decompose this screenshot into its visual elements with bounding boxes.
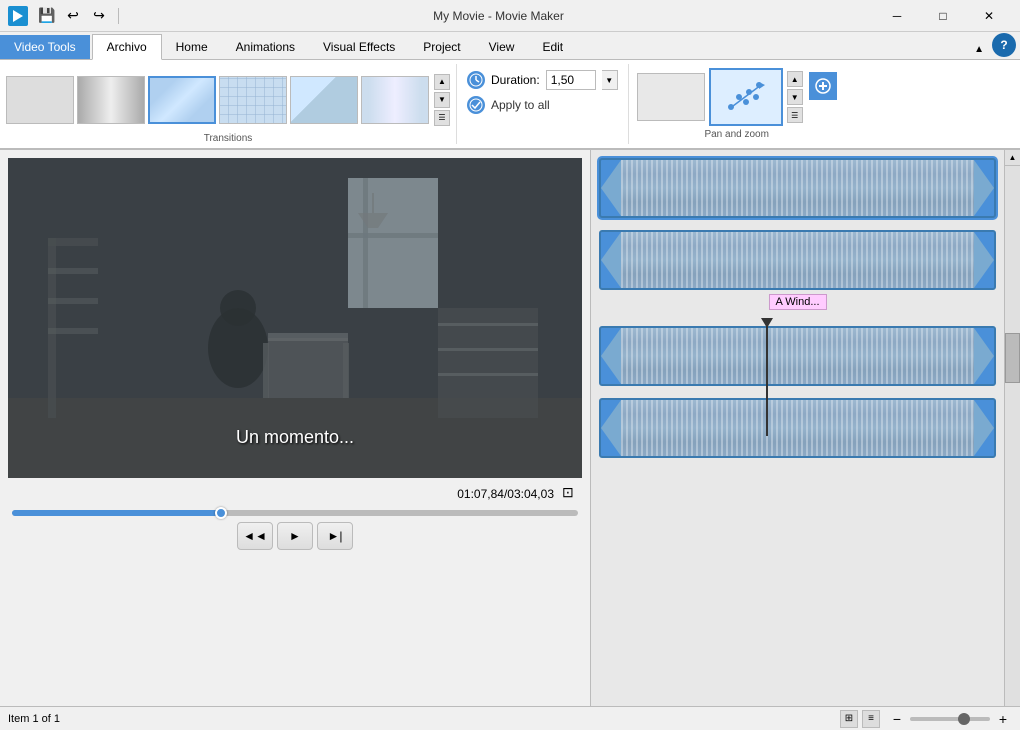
rewind-button[interactable]: ◄◄ (237, 522, 273, 550)
transitions-thumbs-row: ▲ ▼ ☰ (6, 68, 450, 131)
playback-time: 01:07,84/03:04,03 (457, 487, 554, 501)
tab-animations[interactable]: Animations (222, 35, 309, 59)
transitions-scroll: ▲ ▼ ☰ (434, 74, 450, 126)
pan-zoom-content: ▲ ▼ ☰ (637, 68, 837, 126)
fullscreen-btn[interactable]: ⊡ (562, 484, 582, 504)
tab-visual-effects[interactable]: Visual Effects (309, 35, 409, 59)
panzoom-active-thumb[interactable] (709, 68, 783, 126)
time-display: 01:07,84/03:04,03 ⊡ (8, 484, 582, 504)
window-controls[interactable]: ─ □ ✕ (874, 0, 1012, 32)
transition-none-thumb[interactable] (6, 76, 74, 124)
timeline-scrollbar[interactable]: ▲ ▼ (1004, 150, 1020, 706)
clip-track-4[interactable] (599, 398, 996, 458)
clip-track-2[interactable] (599, 230, 996, 290)
transition-grid-thumb[interactable] (219, 76, 287, 124)
progress-fill (12, 510, 221, 516)
maximize-button[interactable]: □ (920, 0, 966, 32)
clip-item-4[interactable] (599, 398, 996, 458)
pan-zoom-section: ▲ ▼ ☰ Pan and zoom (629, 64, 845, 144)
status-icon-2[interactable]: ≡ (862, 710, 880, 728)
clip-track-3[interactable] (599, 326, 996, 386)
tab-home[interactable]: Home (162, 35, 222, 59)
status-bar: Item 1 of 1 ⊞ ≡ − + (0, 706, 1020, 730)
panzoom-thumb-1[interactable] (637, 73, 705, 121)
clip-track-1[interactable] (599, 158, 996, 218)
play-button[interactable]: ► (277, 522, 313, 550)
close-button[interactable]: ✕ (966, 0, 1012, 32)
duration-input[interactable] (546, 70, 596, 90)
zoom-out-btn[interactable]: − (888, 710, 906, 728)
panzoom-scroll-list[interactable]: ☰ (787, 107, 803, 123)
playhead (766, 318, 768, 436)
clip-item-3[interactable] (599, 326, 996, 386)
tab-archivo[interactable]: Archivo (92, 34, 162, 60)
transitions-scroll-down[interactable]: ▼ (434, 92, 450, 108)
window-title: My Movie - Movie Maker (123, 9, 874, 23)
pan-zoom-label: Pan and zoom (704, 129, 769, 140)
forward-button[interactable]: ►| (317, 522, 353, 550)
playhead-arrow (761, 318, 773, 328)
duration-dropdown-btn[interactable]: ▼ (602, 70, 618, 90)
help-button[interactable]: ? (992, 33, 1016, 57)
duration-label: Duration: (491, 73, 540, 87)
scroll-track[interactable] (1005, 166, 1020, 706)
zoom-slider[interactable] (910, 717, 990, 721)
panzoom-scroll-down[interactable]: ▼ (787, 89, 803, 105)
panzoom-add-container (809, 72, 837, 100)
apply-icon (467, 96, 485, 114)
apply-to-all-label[interactable]: Apply to all (491, 98, 550, 112)
tab-project[interactable]: Project (409, 35, 474, 59)
video-preview: Un momento... (8, 158, 582, 478)
clip-item-2[interactable]: A Wind... (599, 230, 996, 290)
title-bar: 💾 ↩ ↪ My Movie - Movie Maker ─ □ ✕ (0, 0, 1020, 32)
timeline-area: A Wind... (590, 150, 1020, 706)
duration-section: Duration: ▼ Apply to all (457, 64, 629, 144)
toolbar-separator (118, 8, 119, 24)
duration-icon (467, 71, 485, 89)
status-text: Item 1 of 1 (8, 713, 832, 725)
transitions-scroll-list[interactable]: ☰ (434, 110, 450, 126)
progress-thumb[interactable] (215, 507, 227, 519)
transitions-label: Transitions (6, 133, 450, 144)
panzoom-scroll-up[interactable]: ▲ (787, 71, 803, 87)
save-button[interactable]: 💾 (36, 5, 58, 27)
duration-row: Duration: ▼ (467, 70, 618, 90)
minimize-button[interactable]: ─ (874, 0, 920, 32)
transitions-scroll-up[interactable]: ▲ (434, 74, 450, 90)
apply-row: Apply to all (467, 96, 618, 114)
undo-button[interactable]: ↩ (62, 5, 84, 27)
video-subtitle: Un momento... (8, 427, 582, 448)
app-icon (8, 6, 28, 26)
progress-bar[interactable] (12, 510, 578, 516)
panzoom-add-btn[interactable] (809, 72, 837, 100)
clip-label-2: A Wind... (768, 294, 826, 310)
playback-controls: ◄◄ ► ►| (8, 522, 582, 550)
zoom-in-btn[interactable]: + (994, 710, 1012, 728)
progress-container[interactable] (8, 510, 582, 516)
title-bar-tools[interactable]: 💾 ↩ ↪ (8, 5, 123, 27)
status-icons: ⊞ ≡ (840, 710, 880, 728)
panzoom-main-thumb-container (709, 68, 783, 126)
transitions-section: ▲ ▼ ☰ Transitions (0, 64, 457, 144)
scroll-thumb[interactable] (1005, 333, 1020, 383)
scroll-up-btn[interactable]: ▲ (1005, 150, 1020, 166)
ribbon-collapse-btn[interactable]: ▲ (966, 40, 992, 59)
tab-edit[interactable]: Edit (528, 35, 577, 59)
preview-area: Un momento... 01:07,84/03:04,03 ⊡ ◄◄ ► ►… (0, 150, 590, 706)
main-content: Un momento... 01:07,84/03:04,03 ⊡ ◄◄ ► ►… (0, 150, 1020, 706)
status-icon-1[interactable]: ⊞ (840, 710, 858, 728)
zoom-slider-thumb[interactable] (958, 713, 970, 725)
clip-item-1[interactable] (599, 158, 996, 218)
redo-button[interactable]: ↪ (88, 5, 110, 27)
transition-fade-thumb[interactable] (77, 76, 145, 124)
transition-arrow-thumb[interactable] (290, 76, 358, 124)
zoom-controls: − + (888, 710, 1012, 728)
ribbon: ▲ ▼ ☰ Transitions Duration: ▼ (0, 60, 1020, 150)
panzoom-controls: ▲ ▼ ☰ (787, 71, 803, 123)
transition-blur-thumb[interactable] (361, 76, 429, 124)
tab-view[interactable]: View (475, 35, 529, 59)
tab-video-tools[interactable]: Video Tools (0, 35, 90, 59)
timeline-content: A Wind... (591, 150, 1004, 466)
transition-selected-thumb[interactable] (148, 76, 216, 124)
